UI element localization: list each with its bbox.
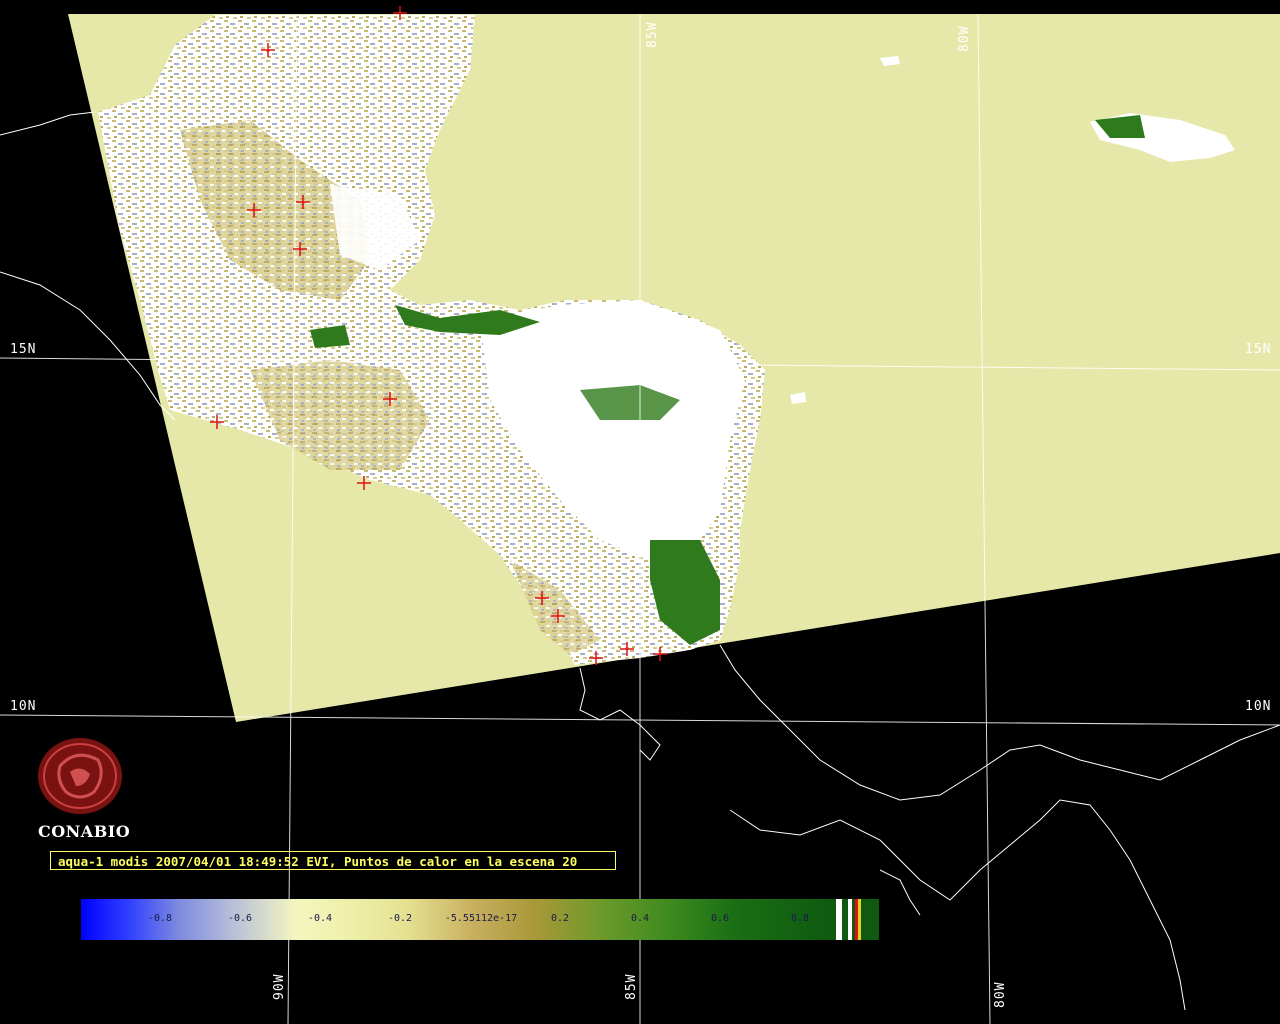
colorbar-tick: -0.4	[307, 913, 333, 924]
colorbar-yellow-stripe	[858, 899, 861, 940]
colorbar-tick: 0.8	[790, 913, 810, 924]
lat-label-10n-left: 10N	[10, 699, 37, 714]
colorbar-tick: 0.2	[550, 913, 570, 924]
lon-label-80w-top: 80W	[957, 25, 972, 52]
logo-text: CONABIO	[38, 822, 131, 841]
lon-label-85w-top: 85W	[645, 21, 660, 48]
conabio-logo-icon	[38, 738, 122, 814]
colorbar-tick: 0.4	[630, 913, 650, 924]
colorbar-white-stripe	[836, 899, 842, 940]
lon-label-90w-bottom: 90W	[272, 973, 287, 1000]
lat-label-10n-right: 10N	[1245, 699, 1272, 714]
evi-colorbar: -0.8 -0.6 -0.4 -0.2 -5.55112e-17 0.2 0.4…	[81, 899, 879, 940]
colorbar-tick: 0.6	[710, 913, 730, 924]
lon-label-80w-bottom: 80W	[993, 981, 1008, 1008]
scene-title: aqua-1 modis 2007/04/01 18:49:52 EVI, Pu…	[50, 851, 616, 870]
colorbar-white-stripe	[848, 899, 852, 940]
colorbar-tick: -5.55112e-17	[444, 913, 518, 924]
colorbar-tick: -0.8	[147, 913, 173, 924]
colorbar-tick: -0.2	[387, 913, 413, 924]
lon-label-85w-bottom: 85W	[624, 973, 639, 1000]
map-view: 15N 15N 10N 10N 85W 80W 90W 85W 80W CONA…	[0, 0, 1280, 1024]
lat-label-15n-right: 15N	[1245, 342, 1272, 357]
colorbar-tick: -0.6	[227, 913, 253, 924]
satellite-scene-map	[0, 6, 1280, 1024]
lat-label-15n-left: 15N	[10, 342, 37, 357]
